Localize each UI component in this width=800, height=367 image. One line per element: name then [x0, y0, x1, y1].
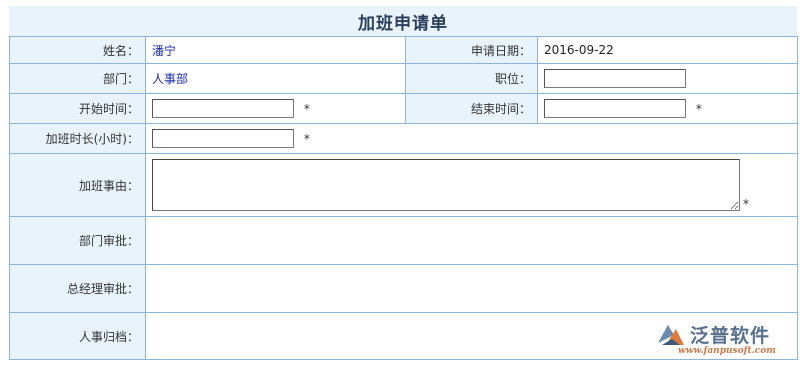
row-gm-approval: 总经理审批：	[9, 264, 798, 313]
apply-date-value: 2016-09-22	[537, 36, 798, 64]
reason-cell: *	[145, 153, 798, 217]
dept-approval-cell	[145, 216, 798, 265]
end-time-cell: *	[537, 93, 798, 124]
row-duration: 加班时长(小时)： *	[9, 123, 798, 154]
hr-archive-label: 人事归档：	[9, 312, 146, 360]
name-value: 潘宁	[145, 36, 406, 64]
reason-required-mark: *	[743, 197, 749, 211]
form-table: 姓名： 潘宁 申请日期： 2016-09-22 部门： 人事部 职位： 开始时间…	[9, 36, 798, 360]
duration-required-mark: *	[303, 131, 310, 146]
gm-approval-label: 总经理审批：	[9, 264, 146, 313]
position-label: 职位：	[405, 63, 538, 94]
end-time-label: 结束时间：	[405, 93, 538, 124]
apply-date-label: 申请日期：	[405, 36, 538, 64]
form-title: 加班申请单	[358, 13, 448, 34]
start-time-input[interactable]	[152, 99, 294, 118]
fanpu-logo-icon	[658, 325, 684, 345]
end-time-input[interactable]	[544, 99, 686, 118]
duration-label: 加班时长(小时)：	[9, 123, 146, 154]
watermark-brand: 泛普软件	[690, 325, 771, 347]
watermark-logo: 泛普软件 www.fanpusoft.com	[654, 321, 794, 361]
watermark-url: www.fanpusoft.com	[678, 346, 776, 356]
reason-textarea[interactable]	[152, 159, 740, 211]
position-cell	[537, 63, 798, 94]
duration-cell: *	[145, 123, 798, 154]
reason-label: 加班事由：	[9, 153, 146, 217]
row-dept-approval: 部门审批：	[9, 216, 798, 265]
row-start-end: 开始时间： * 结束时间： *	[9, 93, 798, 124]
start-time-required-mark: *	[303, 101, 310, 116]
row-reason: 加班事由： *	[9, 153, 798, 217]
position-input[interactable]	[544, 69, 686, 88]
name-label: 姓名：	[9, 36, 146, 64]
overtime-application-form: 加班申请单 姓名： 潘宁 申请日期： 2016-09-22 部门： 人事部 职位…	[0, 0, 800, 367]
gm-approval-cell	[145, 264, 798, 313]
row-name-date: 姓名： 潘宁 申请日期： 2016-09-22	[9, 36, 798, 64]
form-title-bar: 加班申请单	[9, 6, 797, 36]
department-value: 人事部	[145, 63, 406, 94]
duration-input[interactable]	[152, 129, 294, 148]
dept-approval-label: 部门审批：	[9, 216, 146, 265]
start-time-label: 开始时间：	[9, 93, 146, 124]
department-label: 部门：	[9, 63, 146, 94]
start-time-cell: *	[145, 93, 406, 124]
row-department-position: 部门： 人事部 职位：	[9, 63, 798, 94]
end-time-required-mark: *	[695, 101, 702, 116]
